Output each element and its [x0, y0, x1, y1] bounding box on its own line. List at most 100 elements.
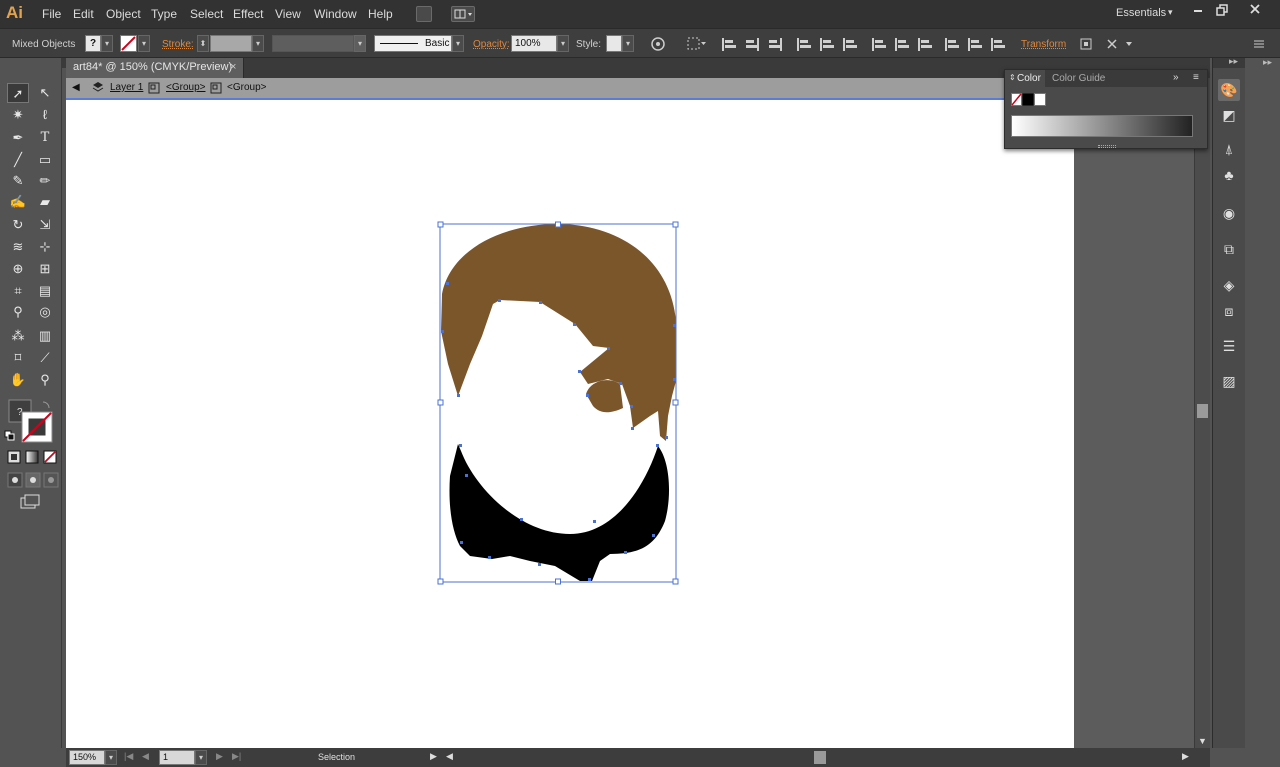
body-shape[interactable] [449, 444, 670, 581]
screen-mode-icon[interactable] [20, 494, 42, 510]
blend-tool-icon[interactable]: ◎ [34, 302, 56, 322]
symbol-sprayer-icon[interactable]: ⁂ [7, 326, 29, 346]
dock-menu-icon[interactable]: ▸▸ [1263, 57, 1272, 68]
scroll-down-icon[interactable]: ▼ [1198, 736, 1207, 746]
line-tool-icon[interactable]: ╱ [7, 150, 29, 170]
slice-tool-icon[interactable]: ⟋ [34, 348, 56, 368]
zoom-dropdown[interactable]: ▾ [105, 750, 117, 765]
stroke-weight-field[interactable] [210, 35, 252, 52]
artboard-dropdown[interactable]: ▾ [195, 750, 207, 765]
previous-artboard-icon[interactable]: ◀ [142, 751, 149, 762]
artboards-icon[interactable]: ⧈ [1218, 300, 1240, 322]
bridge-button[interactable] [416, 6, 432, 22]
align-center-icon[interactable] [745, 38, 759, 51]
rectangle-tool-icon[interactable]: ▭ [34, 150, 56, 170]
menu-window[interactable]: Window [314, 7, 357, 21]
graphic-styles-icon[interactable]: ⧉ [1218, 238, 1240, 260]
distribute-right-icon[interactable] [991, 38, 1005, 51]
graphic-style-swatch[interactable] [606, 35, 622, 52]
blob-brush-icon[interactable]: ✍ [7, 192, 29, 212]
menu-object[interactable]: Object [106, 7, 141, 21]
symbols-icon[interactable]: ♣ [1218, 164, 1240, 186]
scroll-right-icon[interactable]: ▶ [1182, 751, 1189, 762]
opacity-field[interactable]: 100% [511, 35, 557, 52]
status-tool-name[interactable]: Selection [318, 752, 355, 762]
black-swatch[interactable] [1022, 93, 1034, 106]
align-bottom-icon[interactable] [843, 38, 857, 51]
gradient-mode-icon[interactable] [25, 450, 39, 464]
zoom-field[interactable]: 150% [69, 750, 105, 765]
free-transform-icon[interactable]: ⊹ [34, 237, 56, 257]
color-guide-icon[interactable]: ◩ [1218, 104, 1240, 126]
profile-dropdown[interactable]: ▾ [354, 35, 366, 52]
stroke-panel-icon[interactable]: ☰ [1218, 335, 1240, 357]
stroke-label[interactable]: Stroke: [162, 39, 194, 50]
width-tool-icon[interactable]: ≋ [7, 237, 29, 257]
variable-width-profile[interactable] [272, 35, 354, 52]
artboard-tool-icon[interactable]: ⌑ [7, 348, 29, 368]
document-tab[interactable]: art84* @ 150% (CMYK/Preview) × [66, 58, 244, 78]
rotate-icon[interactable]: ↻ [7, 215, 29, 235]
eyedropper-icon[interactable]: ⚲ [7, 302, 29, 322]
distribute-left-icon[interactable] [945, 38, 959, 51]
align-middle-icon[interactable] [820, 38, 834, 51]
shape-builder-icon[interactable]: ⊕ [7, 259, 29, 279]
minimize-icon[interactable] [1194, 10, 1202, 12]
status-menu-arrow-icon[interactable]: ▶ [430, 751, 437, 762]
distribute-hcenter-icon[interactable] [968, 38, 982, 51]
zoom-tool-icon[interactable]: ⚲ [34, 370, 56, 390]
eraser-icon[interactable]: ▰ [34, 192, 56, 212]
pencil-icon[interactable]: ✏ [34, 171, 56, 191]
distribute-center-icon[interactable] [895, 38, 909, 51]
gradient-tool-icon[interactable]: ▤ [34, 281, 56, 301]
opacity-dropdown[interactable]: ▾ [557, 35, 569, 52]
hand-tool-icon[interactable]: ✋ [7, 370, 29, 390]
scroll-left-icon[interactable]: ◀ [446, 751, 453, 762]
fill-swatch[interactable]: ? [85, 35, 101, 52]
horizontal-scroll-thumb[interactable] [814, 751, 826, 764]
menu-file[interactable]: File [42, 7, 61, 21]
align-right-icon[interactable] [768, 38, 782, 51]
color-spectrum[interactable] [1011, 115, 1193, 137]
layers-panel-icon[interactable]: ◈ [1218, 274, 1240, 296]
menu-select[interactable]: Select [190, 7, 223, 21]
distribute-bottom-icon[interactable] [918, 38, 932, 51]
control-panel-menu-icon[interactable] [1252, 38, 1266, 50]
vertical-scrollbar[interactable]: ▲ ▼ [1194, 78, 1210, 748]
stroke-swatch[interactable] [120, 35, 138, 52]
arrange-menu-icon[interactable] [1106, 36, 1136, 52]
eye-shape[interactable] [586, 380, 623, 413]
appearance-icon[interactable]: ◉ [1218, 202, 1240, 224]
lasso-icon[interactable]: ℓ [34, 105, 56, 125]
color-panel-icon[interactable]: 🎨 [1218, 79, 1240, 101]
align-to-selection-icon[interactable] [686, 36, 708, 52]
panel-collapse-icon[interactable]: » [1173, 72, 1179, 83]
last-artboard-icon[interactable]: ▶| [232, 751, 241, 762]
isolate-group-icon[interactable] [1078, 36, 1094, 52]
menu-edit[interactable]: Edit [73, 7, 94, 21]
next-artboard-icon[interactable]: ▶ [216, 751, 223, 762]
menu-view[interactable]: View [275, 7, 301, 21]
column-graph-icon[interactable]: ▥ [34, 326, 56, 346]
default-fill-stroke-icon[interactable] [4, 430, 16, 442]
style-dropdown[interactable]: ▾ [622, 35, 634, 52]
panel-resize-grip[interactable] [1098, 145, 1116, 148]
artwork-group[interactable] [430, 216, 690, 596]
direct-selection-tool-icon[interactable]: ↖ [34, 83, 56, 103]
vertical-scroll-thumb[interactable] [1197, 404, 1208, 418]
align-top-icon[interactable] [797, 38, 811, 51]
stroke-dropdown[interactable]: ▾ [138, 35, 150, 52]
perspective-grid-icon[interactable]: ⊞ [34, 259, 56, 279]
gradient-panel-icon[interactable]: ▨ [1218, 370, 1240, 392]
scale-icon[interactable]: ⇲ [34, 215, 56, 235]
breadcrumb-group[interactable]: <Group> [166, 82, 205, 93]
swap-fill-stroke-icon[interactable] [42, 401, 50, 409]
align-left-icon[interactable] [722, 38, 736, 51]
paintbrush-icon[interactable]: ✎ [7, 171, 29, 191]
brush-dropdown[interactable]: ▾ [452, 35, 464, 52]
fill-dropdown[interactable]: ▾ [101, 35, 113, 52]
tab-color-guide[interactable]: Color Guide [1052, 73, 1105, 84]
white-swatch[interactable] [1034, 93, 1046, 106]
first-artboard-icon[interactable]: |◀ [124, 751, 133, 762]
stroke-weight-dropdown[interactable]: ▾ [252, 35, 264, 52]
